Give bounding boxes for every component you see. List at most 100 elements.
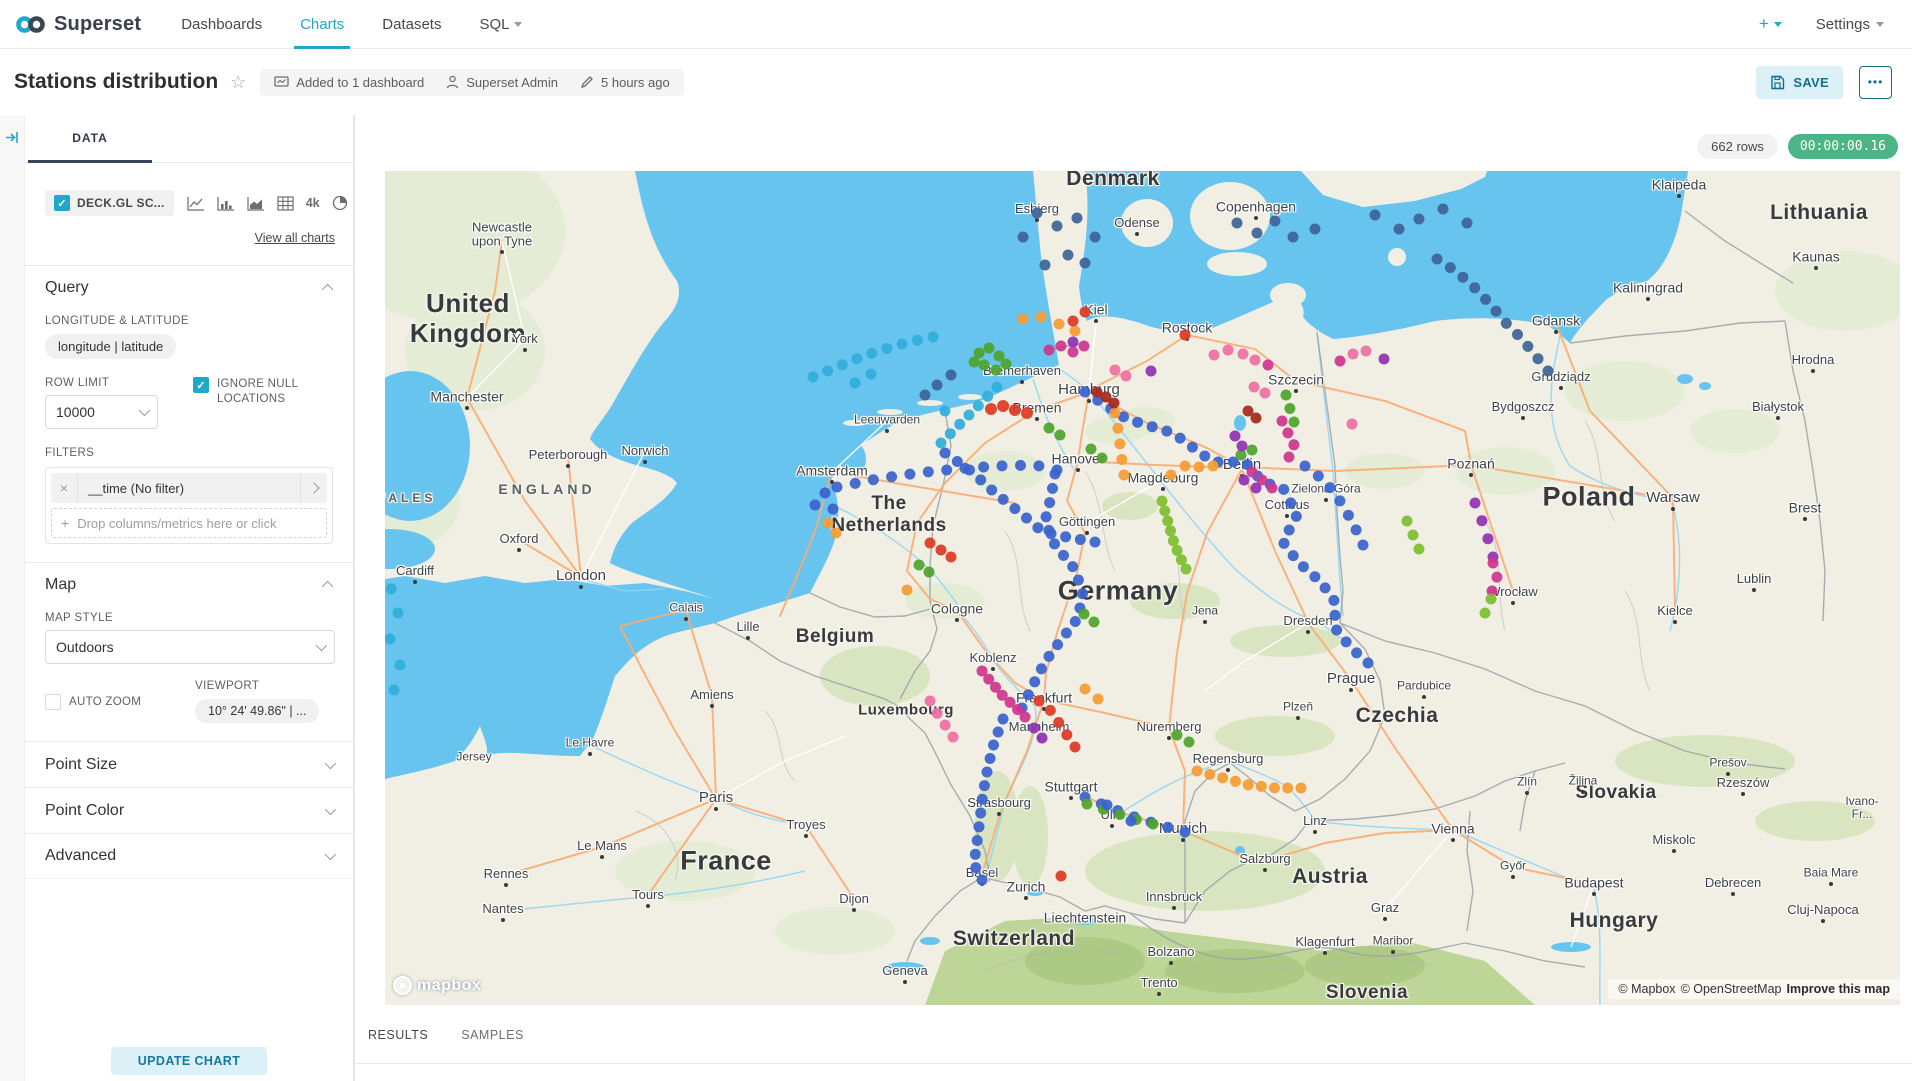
filters-drop-zone[interactable]: + Drop columns/metrics here or click: [51, 508, 327, 538]
checkbox-checked-icon[interactable]: ✓: [193, 377, 209, 393]
data-point: [997, 400, 1009, 412]
data-point: [850, 378, 861, 389]
data-point: [1044, 651, 1055, 662]
tab-data[interactable]: DATA: [25, 115, 155, 162]
pie-chart-icon[interactable]: [332, 195, 348, 211]
mapbox-logo[interactable]: mapbox: [393, 976, 481, 995]
data-point: [1281, 390, 1292, 401]
data-point: [1251, 413, 1262, 424]
mapbox-attribution-link[interactable]: © Mapbox: [1618, 982, 1675, 996]
advanced-label: Advanced: [45, 847, 116, 865]
data-point: [1469, 282, 1480, 293]
query-section-header[interactable]: Query: [25, 266, 353, 297]
data-point: [1408, 530, 1419, 541]
chevron-right-icon: [308, 482, 319, 493]
view-all-charts-link[interactable]: View all charts: [255, 231, 335, 245]
filter-item[interactable]: × __time (No filter): [51, 473, 327, 503]
data-point: [822, 365, 833, 376]
data-point: [991, 365, 1002, 376]
osm-attribution-link[interactable]: © OpenStreetMap: [1681, 982, 1782, 996]
data-point: [1278, 484, 1289, 495]
update-chart-button[interactable]: UPDATE CHART: [111, 1047, 267, 1075]
favorite-star-icon[interactable]: ☆: [230, 72, 246, 93]
data-point: [1217, 772, 1228, 783]
table-icon[interactable]: [277, 196, 294, 211]
remove-filter-icon[interactable]: ×: [51, 473, 78, 503]
viewport-value-pill[interactable]: 10° 24' 49.86" | ...: [195, 699, 319, 723]
data-point: [1168, 535, 1179, 546]
mapbox-logo-icon: [393, 976, 412, 995]
superset-logo[interactable]: Superset: [16, 13, 141, 36]
auto-zoom-label: AUTO ZOOM: [69, 696, 141, 708]
data-point: [1300, 461, 1311, 472]
nav-charts[interactable]: Charts: [300, 0, 344, 49]
filter-item-label: __time (No filter): [78, 481, 300, 496]
row-limit-select[interactable]: 10000: [45, 395, 158, 429]
save-button[interactable]: SAVE: [1756, 66, 1843, 99]
tab-results[interactable]: RESULTS: [368, 1028, 428, 1052]
data-point: [1288, 439, 1299, 450]
improve-map-link[interactable]: Improve this map: [1787, 982, 1891, 996]
data-point: [1159, 505, 1170, 516]
data-point: [1522, 341, 1533, 352]
data-point: [1044, 345, 1055, 356]
data-point: [974, 821, 985, 832]
lon-lat-value-pill[interactable]: longitude | latitude: [45, 334, 176, 359]
collapse-panel-icon[interactable]: [5, 131, 19, 144]
add-new-button[interactable]: +: [1759, 14, 1782, 34]
more-options-button[interactable]: •••: [1859, 66, 1892, 99]
viz-type-selected[interactable]: ✓ DECK.GL SC...: [45, 190, 174, 216]
bar-chart-icon[interactable]: [217, 196, 235, 211]
checkbox-unchecked-icon[interactable]: [45, 694, 61, 710]
data-point: [1414, 544, 1425, 555]
area-chart-icon[interactable]: [247, 196, 265, 211]
advanced-section[interactable]: Advanced: [25, 833, 353, 879]
owner-badge[interactable]: Superset Admin: [446, 75, 558, 90]
data-point: [868, 474, 879, 485]
data-point: [1252, 228, 1263, 239]
plus-icon: +: [61, 515, 69, 531]
map-style-value: Outdoors: [56, 639, 114, 655]
owner-badge-label: Superset Admin: [466, 75, 558, 90]
viz-count-badge[interactable]: 4k: [306, 196, 320, 210]
scatter-layer: [385, 171, 1900, 1005]
chevron-down-icon: [1774, 22, 1782, 27]
point-size-section[interactable]: Point Size: [25, 741, 353, 787]
data-point: [946, 370, 957, 381]
row-limit-value: 10000: [56, 404, 95, 420]
data-point: [1320, 582, 1331, 593]
data-point: [1018, 314, 1029, 325]
data-point: [973, 400, 984, 411]
map-canvas[interactable]: DenmarkUnited KingdomLithuaniaPolandGerm…: [385, 171, 1900, 1005]
auto-zoom-control[interactable]: AUTO ZOOM: [45, 680, 195, 723]
nav-datasets[interactable]: Datasets: [382, 0, 441, 49]
filter-expand-control[interactable]: [300, 473, 327, 503]
map-style-select[interactable]: Outdoors: [45, 630, 335, 664]
line-chart-icon[interactable]: [187, 196, 205, 211]
dashboards-badge[interactable]: Added to 1 dashboard: [274, 75, 424, 90]
tab-samples[interactable]: SAMPLES: [461, 1028, 524, 1052]
data-point: [1056, 341, 1067, 352]
nav-dashboards[interactable]: Dashboards: [181, 0, 262, 49]
data-point: [925, 696, 936, 707]
data-point: [897, 339, 908, 350]
map-section-header[interactable]: Map: [25, 563, 353, 594]
data-point: [1250, 355, 1261, 366]
filters-label: FILTERS: [25, 429, 353, 459]
nav-sql[interactable]: SQL: [479, 0, 522, 49]
data-point: [1184, 737, 1195, 748]
last-modified-badge[interactable]: 5 hours ago: [580, 75, 670, 90]
data-point: [1063, 250, 1074, 261]
main-nav: Dashboards Charts Datasets SQL: [181, 0, 522, 49]
data-point: [1036, 663, 1047, 674]
data-point: [1072, 213, 1083, 224]
viz-type-row: ✓ DECK.GL SC... 4k: [45, 190, 335, 216]
data-point: [1116, 454, 1127, 465]
data-point: [1029, 723, 1040, 734]
point-size-label: Point Size: [45, 756, 117, 774]
settings-menu[interactable]: Settings: [1816, 16, 1884, 33]
data-point: [1330, 610, 1341, 621]
ignore-null-control[interactable]: ✓ IGNORE NULLLOCATIONS: [193, 359, 317, 407]
data-point: [1289, 417, 1300, 428]
point-color-section[interactable]: Point Color: [25, 787, 353, 833]
